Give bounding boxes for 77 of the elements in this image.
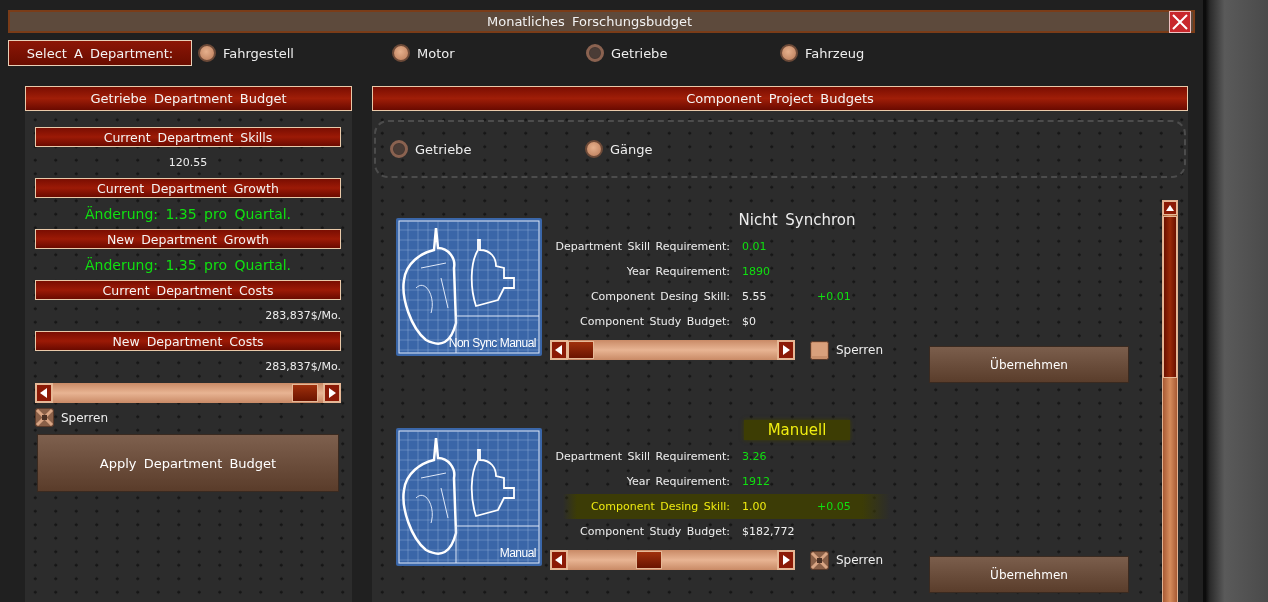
radio-button[interactable] [390,140,408,158]
radio-label: Fahrgestell [223,45,294,61]
section-value: Änderung: 1.35 pro Quartal. [84,256,292,273]
left-arrow-icon [40,388,48,398]
left-arrow-button[interactable] [550,340,568,360]
right-arrow-button[interactable] [323,383,341,403]
stat-label: Component Desing Skill: [589,290,730,303]
window-title: Monatliches Forschungsbudget [485,14,694,29]
right-arrow-icon [782,345,790,355]
radio-button[interactable] [392,44,410,62]
checkbox-label: Sperren [836,343,883,357]
stat-label: Component Desing Skill: [589,500,730,513]
section-header: New Department Growth [35,229,341,249]
section-value: 120.55 [168,156,208,169]
radio-label: Getriebe [415,141,472,157]
section-value: Änderung: 1.35 pro Quartal. [84,205,292,222]
radio-label: Getriebe [611,45,668,61]
stat-label: Component Study Budget: [579,525,730,538]
image-caption: Non Sync Manual [448,336,536,350]
stat-value: $182,772 [742,525,796,538]
stat-label: Year Requirement: [625,475,730,488]
slider-thumb[interactable] [635,551,662,569]
section-header: Current Department Growth [35,178,341,198]
checkbox[interactable] [35,408,54,427]
stat-label: Component Study Budget: [579,315,730,328]
checkbox[interactable] [810,550,829,570]
checkbox[interactable] [810,340,829,360]
scrollbar-thumb[interactable] [1163,216,1177,378]
right-arrow-icon [328,388,336,398]
apply-button[interactable]: Übernehmen [929,556,1129,593]
stat-label: Year Requirement: [625,265,730,278]
radio-button[interactable] [586,44,604,62]
section-header: Current Department Costs [35,280,341,300]
panel-header: Getriebe Department Budget [25,86,352,111]
radio-button[interactable] [585,140,603,158]
left-arrow-icon [555,345,563,355]
radio-button[interactable] [198,44,216,62]
stat-value: 1912 [742,475,771,488]
stat-label: Department Skill Requirement: [554,240,730,253]
radio-label: Gänge [610,141,653,157]
close-button[interactable] [1169,10,1191,33]
radio-label: Motor [417,45,455,61]
stat-value: 1.00 [742,500,768,513]
section-value: 283,837$/Mo. [265,309,341,322]
radio-button[interactable] [780,44,798,62]
checkbox-label: Sperren [61,410,108,425]
checkbox-label: Sperren [836,553,883,567]
left-arrow-button[interactable] [550,550,568,570]
component-name: Nicht Synchron [737,210,857,230]
apply-budget-button[interactable]: Apply Department Budget [37,434,339,492]
stat-label: Department Skill Requirement: [554,450,730,463]
stat-value: 5.55 [742,290,768,303]
right-arrow-button[interactable] [777,340,795,360]
up-arrow-icon [1166,205,1174,211]
apply-button[interactable]: Übernehmen [929,346,1129,383]
right-arrow-button[interactable] [777,550,795,570]
section-header: Current Department Skills [35,127,341,147]
component-name: Manuell [743,420,851,440]
scroll-up-button[interactable] [1163,201,1177,215]
vertical-scrollbar[interactable] [1162,200,1178,602]
slider-thumb[interactable] [568,341,594,359]
slider-thumb[interactable] [292,384,319,402]
stat-change: +0.01 [817,290,852,303]
image-caption: Manual [499,546,536,560]
department-label: Select A Department: [8,40,192,66]
stat-value: 3.26 [742,450,768,463]
right-arrow-icon [782,555,790,565]
radio-label: Fahrzeug [805,45,865,61]
stat-value: $0 [742,315,757,328]
section-header: New Department Costs [35,331,341,351]
stat-value: 0.01 [742,240,768,253]
section-value: 283,837$/Mo. [265,360,341,373]
left-arrow-button[interactable] [35,383,53,403]
stat-change: +0.05 [817,500,852,513]
left-arrow-icon [555,555,563,565]
panel-header: Component Project Budgets [372,86,1188,111]
stat-value: 1890 [742,265,771,278]
